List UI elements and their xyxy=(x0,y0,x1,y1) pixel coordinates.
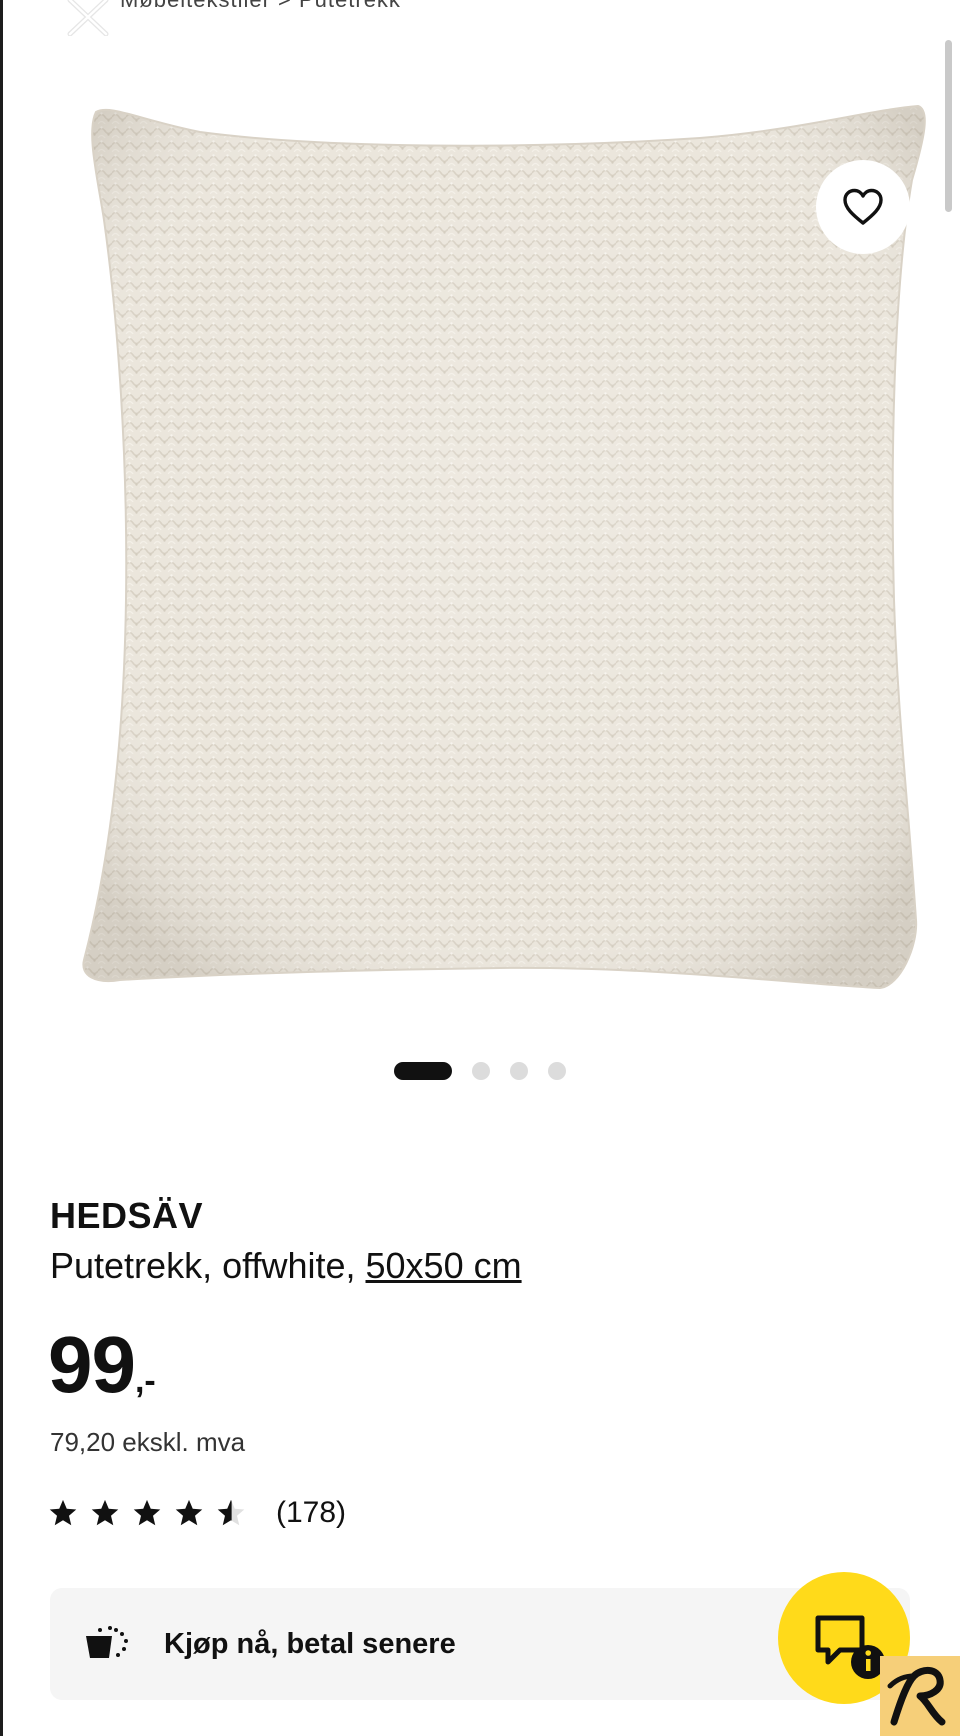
page-scrollbar[interactable] xyxy=(945,40,952,212)
pagination-dot[interactable] xyxy=(472,1062,490,1080)
rating-summary[interactable]: (178) xyxy=(48,1496,346,1530)
star-full-icon xyxy=(133,1499,161,1526)
close-icon xyxy=(67,0,109,37)
gallery-pagination[interactable] xyxy=(394,1062,566,1080)
star-full-icon xyxy=(91,1499,119,1526)
r-logo-icon xyxy=(887,1667,946,1726)
cart-icon xyxy=(86,1626,128,1658)
star-half-icon xyxy=(217,1499,245,1526)
favorite-button[interactable] xyxy=(816,160,910,254)
pay-later-label: Kjøp nå, betal senere xyxy=(164,1627,456,1660)
product-price: 99 ,- xyxy=(48,1325,156,1405)
pagination-dot[interactable] xyxy=(510,1062,528,1080)
pagination-dot-active[interactable] xyxy=(394,1062,452,1080)
product-gallery[interactable] xyxy=(0,40,960,1040)
star-full-icon xyxy=(49,1499,77,1526)
size-link[interactable]: 50x50 cm xyxy=(366,1245,522,1286)
review-count[interactable]: (178) xyxy=(276,1496,346,1530)
product-description-text: Putetrekk, offwhite, xyxy=(50,1245,366,1286)
close-button[interactable] xyxy=(66,0,110,37)
corner-logo-badge xyxy=(880,1656,960,1736)
heart-icon xyxy=(843,188,883,225)
product-page: Møbeltekstiler > Putetrekk xyxy=(0,0,960,1736)
price-integer: 99 xyxy=(48,1320,136,1409)
rating-stars xyxy=(48,1498,246,1528)
price-ex-vat: 79,20 ekskl. mva xyxy=(50,1427,246,1457)
price-suffix: ,- xyxy=(134,1362,156,1400)
breadcrumb-text: Møbeltekstiler > Putetrekk xyxy=(120,0,401,10)
pagination-dot[interactable] xyxy=(548,1062,566,1080)
star-full-icon xyxy=(175,1499,203,1526)
product-name: HEDSÄV xyxy=(50,1195,204,1236)
product-description: Putetrekk, offwhite, 50x50 cm xyxy=(50,1245,522,1287)
product-image xyxy=(82,104,926,990)
breadcrumb: Møbeltekstiler > Putetrekk xyxy=(0,0,960,10)
